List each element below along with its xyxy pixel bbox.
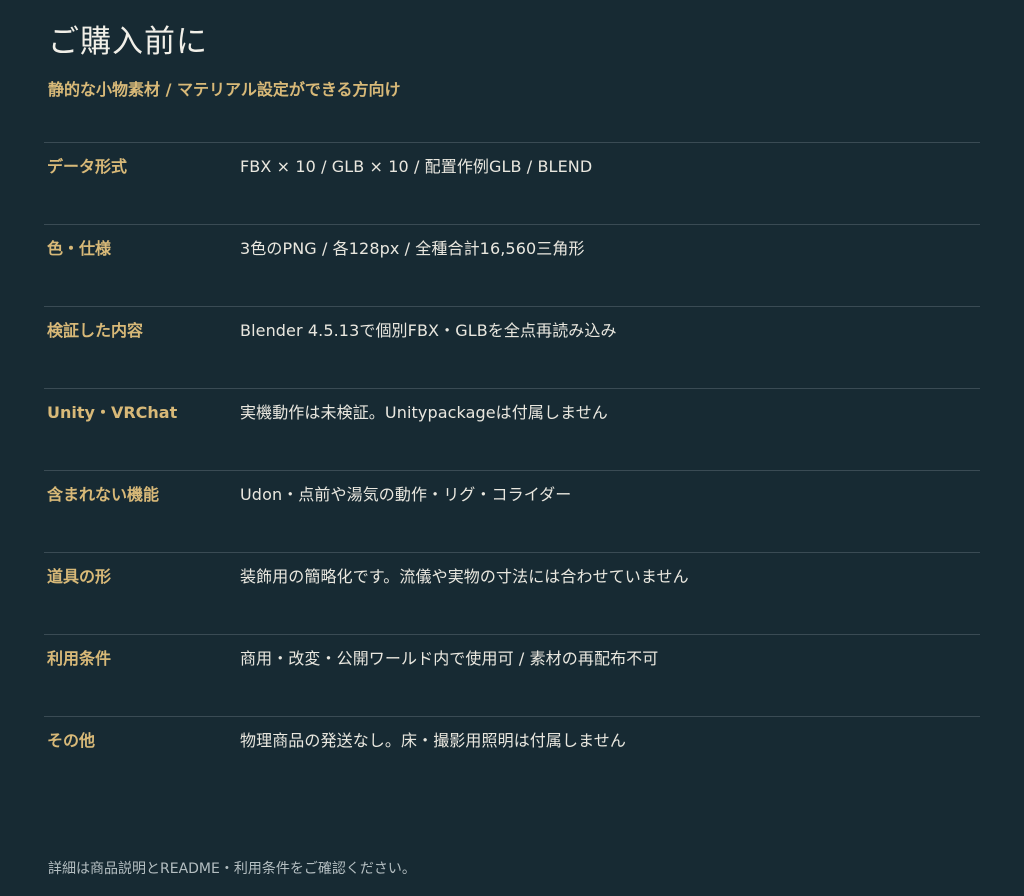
spec-label: 含まれない機能 (47, 485, 160, 504)
spec-row-other: その他 物理商品の発送なし。床・撮影用照明は付属しません (44, 717, 980, 799)
spec-value: 物理商品の発送なし。床・撮影用照明は付属しません (240, 731, 626, 750)
spec-row-terms: 利用条件 商用・改変・公開ワールド内で使用可 / 素材の再配布不可 (44, 635, 980, 717)
spec-value: 実機動作は未検証。Unitypackageは付属しません (240, 403, 608, 422)
spec-value: Blender 4.5.13で個別FBX・GLBを全点再読み込み (240, 321, 617, 340)
spec-label: データ形式 (47, 157, 128, 176)
spec-label: Unity・VRChat (47, 403, 178, 422)
spec-label: 道具の形 (47, 567, 112, 586)
footer-note: 詳細は商品説明とREADME・利用条件をご確認ください。 (48, 861, 416, 877)
spec-row-verification: 検証した内容 Blender 4.5.13で個別FBX・GLBを全点再読み込み (44, 307, 980, 389)
spec-value: Udon・点前や湯気の動作・リグ・コライダー (240, 485, 572, 504)
spec-row-color-specs: 色・仕様 3色のPNG / 各128px / 全種合計16,560三角形 (44, 225, 980, 307)
spec-value: FBX × 10 / GLB × 10 / 配置作例GLB / BLEND (240, 157, 593, 176)
spec-value: 装飾用の簡略化です。流儀や実物の寸法には合わせていません (240, 567, 689, 586)
spec-label: 利用条件 (47, 649, 112, 668)
spec-value: 商用・改変・公開ワールド内で使用可 / 素材の再配布不可 (240, 649, 659, 668)
spec-row-excluded-features: 含まれない機能 Udon・点前や湯気の動作・リグ・コライダー (44, 471, 980, 553)
spec-row-unity-vrchat: Unity・VRChat 実機動作は未検証。Unitypackageは付属しませ… (44, 389, 980, 471)
purchase-info-page: ご購入前に 静的な小物素材 / マテリアル設定ができる方向け データ形式 FBX… (0, 0, 1024, 896)
spec-value: 3色のPNG / 各128px / 全種合計16,560三角形 (240, 239, 585, 258)
page-title: ご購入前に (48, 24, 208, 60)
spec-row-data-format: データ形式 FBX × 10 / GLB × 10 / 配置作例GLB / BL… (44, 143, 980, 225)
page-subtitle: 静的な小物素材 / マテリアル設定ができる方向け (48, 80, 401, 99)
spec-label: その他 (47, 731, 96, 750)
spec-table: データ形式 FBX × 10 / GLB × 10 / 配置作例GLB / BL… (44, 142, 980, 799)
spec-label: 色・仕様 (47, 239, 112, 258)
spec-row-tool-shape: 道具の形 装飾用の簡略化です。流儀や実物の寸法には合わせていません (44, 553, 980, 635)
spec-label: 検証した内容 (47, 321, 144, 340)
